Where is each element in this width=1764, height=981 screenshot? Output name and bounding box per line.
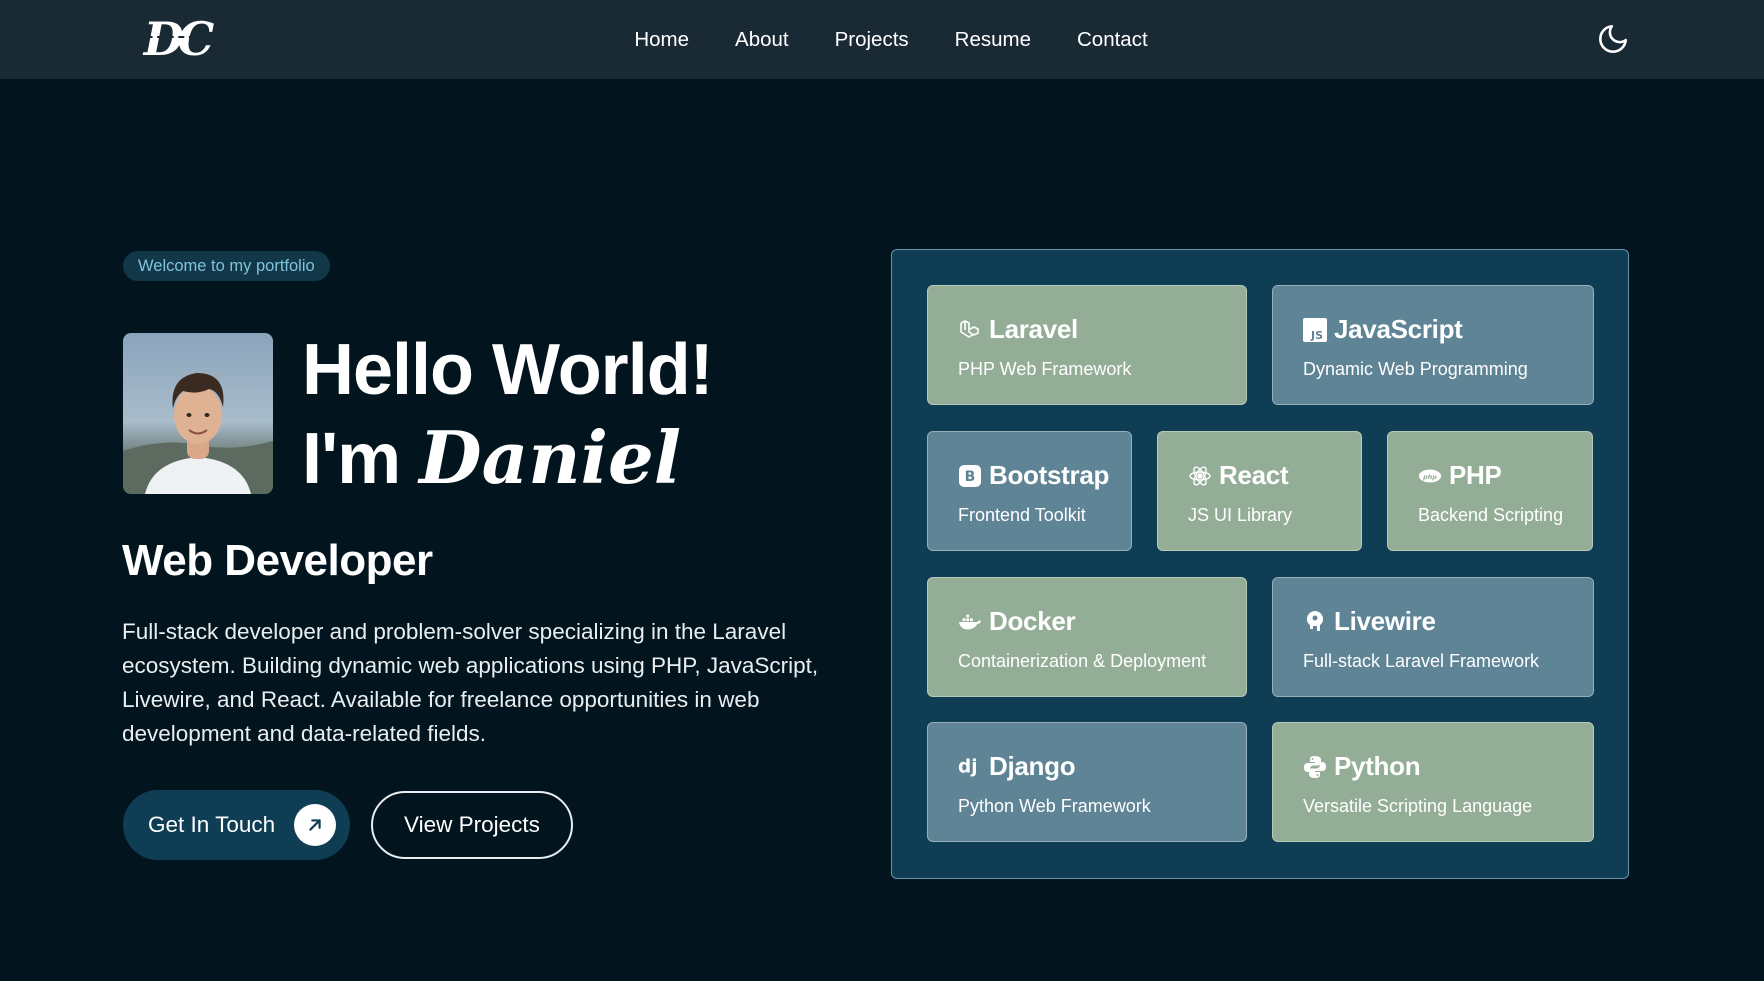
tech-title: Python (1334, 751, 1421, 781)
role-heading: Web Developer (122, 536, 433, 585)
arrow-up-right-icon (294, 804, 336, 846)
tech-card-livewire[interactable]: Livewire Full-stack Laravel Framework (1272, 577, 1594, 697)
nav-home-link[interactable]: Home (611, 28, 712, 52)
svg-text:B: B (965, 469, 976, 485)
tech-card-laravel[interactable]: Laravel PHP Web Framework (927, 285, 1247, 405)
php-icon: php (1418, 464, 1442, 488)
tech-card-docker[interactable]: Docker Containerization & Deployment (927, 577, 1247, 697)
navbar: DC Home About Projects Resume Contact (0, 0, 1764, 79)
tech-subtitle: Versatile Scripting Language (1303, 796, 1533, 816)
greeting-name: Daniel (419, 415, 682, 500)
laravel-icon (958, 318, 982, 342)
tech-subtitle: Backend Scripting (1418, 505, 1564, 525)
docker-icon (958, 610, 982, 634)
greeting-line1: Hello World! (302, 330, 714, 410)
react-icon (1188, 464, 1212, 488)
tech-subtitle: PHP Web Framework (958, 359, 1132, 379)
tech-subtitle: Python Web Framework (958, 796, 1151, 816)
python-icon (1303, 755, 1327, 779)
tech-card-python[interactable]: Python Versatile Scripting Language (1272, 722, 1594, 842)
livewire-icon (1303, 610, 1327, 634)
nav-projects-link[interactable]: Projects (812, 28, 932, 52)
django-icon: dj (958, 755, 982, 779)
nav-about-link[interactable]: About (712, 28, 812, 52)
tech-card-javascript[interactable]: JS JavaScript Dynamic Web Programming (1272, 285, 1594, 405)
tech-title: Bootstrap (989, 460, 1110, 490)
tech-card-php[interactable]: php PHP Backend Scripting (1387, 431, 1593, 551)
tech-subtitle: Frontend Toolkit (958, 505, 1086, 525)
tech-title: Django (989, 751, 1076, 781)
tech-card-react[interactable]: React JS UI Library (1157, 431, 1362, 551)
tech-title: Livewire (1334, 606, 1436, 636)
view-projects-button[interactable]: View Projects (371, 791, 573, 859)
tech-title: PHP (1449, 460, 1502, 490)
theme-toggle-button[interactable] (1596, 22, 1630, 56)
tech-stack-panel: Laravel PHP Web Framework JS JavaScript … (891, 249, 1629, 879)
tech-subtitle: JS UI Library (1188, 505, 1293, 525)
svg-text:dj: dj (958, 756, 978, 777)
get-in-touch-label: Get In Touch (148, 812, 276, 837)
tech-subtitle: Dynamic Web Programming (1303, 359, 1528, 379)
hero-greeting: Hello World! I'm Daniel (302, 326, 862, 503)
bio-text: Full-stack developer and problem-solver … (122, 619, 819, 746)
moon-icon (1599, 24, 1628, 53)
bootstrap-icon: B (958, 464, 982, 488)
main-nav: Home About Projects Resume Contact (0, 0, 1764, 79)
tech-card-bootstrap[interactable]: B Bootstrap Frontend Toolkit (927, 431, 1132, 551)
welcome-badge: Welcome to my portfolio (123, 251, 330, 281)
tech-title: JavaScript (1334, 314, 1463, 344)
get-in-touch-button[interactable]: Get In Touch (123, 790, 350, 860)
tech-title: Laravel (989, 314, 1078, 344)
tech-subtitle: Full-stack Laravel Framework (1303, 651, 1540, 671)
nav-contact-link[interactable]: Contact (1054, 28, 1171, 52)
svg-text:php: php (1422, 472, 1437, 480)
tech-card-django[interactable]: dj Django Python Web Framework (927, 722, 1247, 842)
tech-title: Docker (989, 606, 1076, 636)
greeting-prefix: I'm (302, 419, 401, 499)
avatar (123, 333, 273, 494)
svg-text:JS: JS (1310, 329, 1323, 342)
nav-resume-link[interactable]: Resume (932, 28, 1054, 52)
tech-title: React (1219, 460, 1289, 490)
javascript-icon: JS (1303, 317, 1327, 342)
tech-subtitle: Containerization & Deployment (958, 651, 1207, 671)
